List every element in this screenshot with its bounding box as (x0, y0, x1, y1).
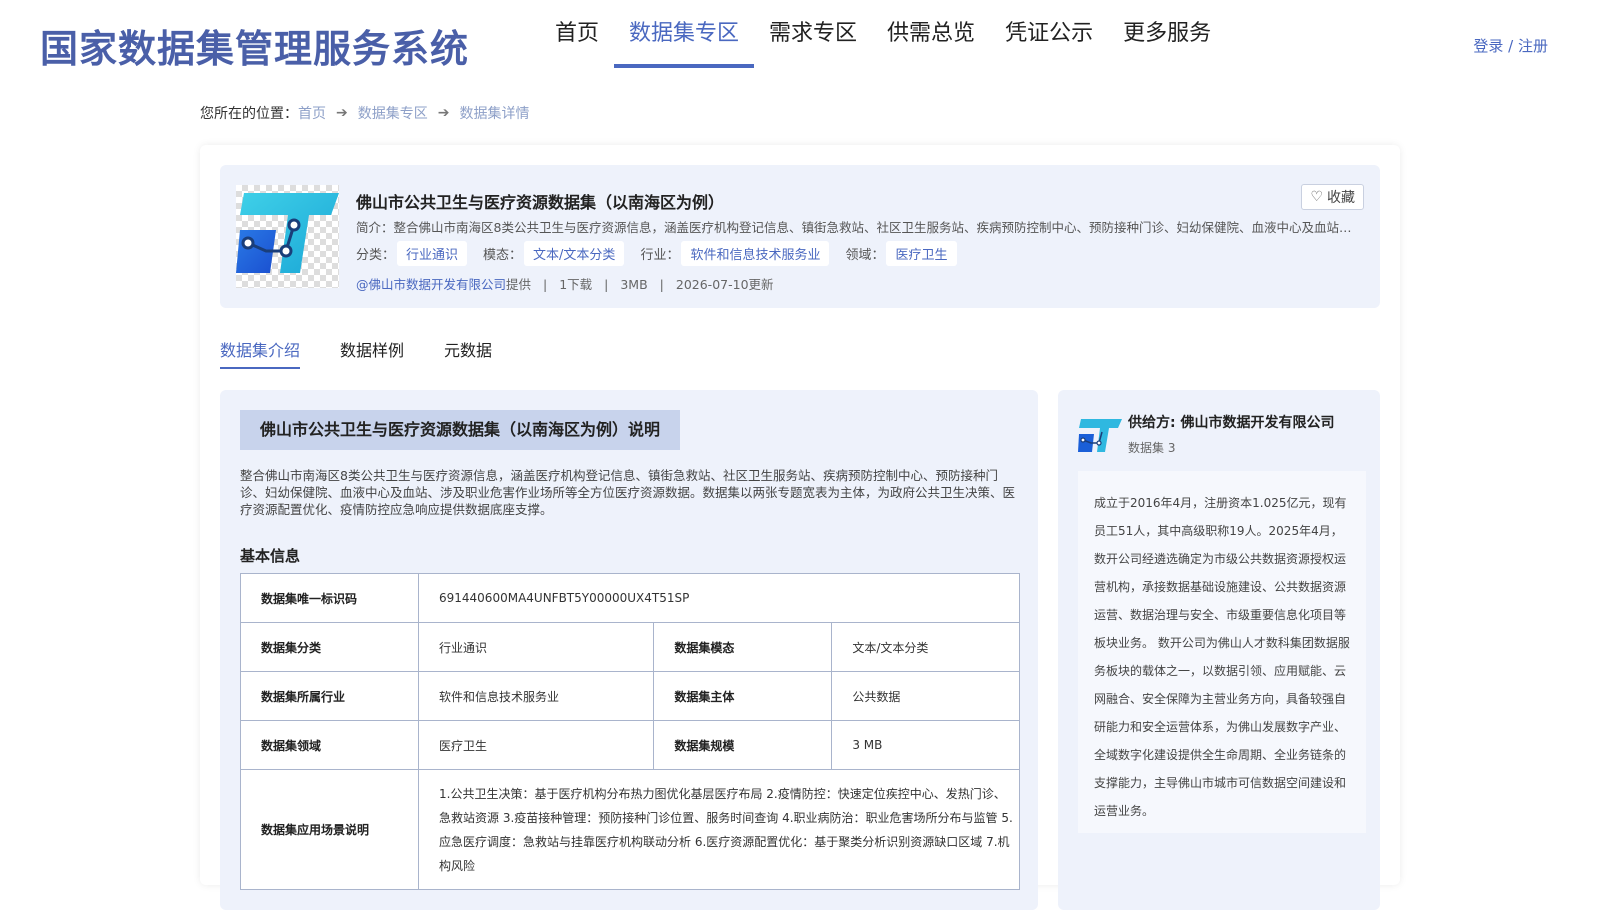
tag-industry[interactable]: 软件和信息技术服务业 (681, 241, 830, 266)
dataset-logo-icon (236, 185, 339, 288)
breadcrumb-dataset-detail: 数据集详情 (459, 106, 530, 122)
divider: | (659, 277, 664, 292)
table-key: 数据集所属行业 (240, 671, 419, 721)
tag-domain-label: 领域： (845, 248, 885, 263)
table-value: 3 MB (831, 720, 1020, 770)
tag-category[interactable]: 行业通识 (397, 241, 468, 266)
intro-description: 整合佛山市南海区8类公共卫生与医疗资源信息，涵盖医疗机构登记信息、镇街急救站、社… (240, 468, 1016, 517)
divider: | (604, 277, 609, 292)
nav-certificates[interactable]: 凭证公示 (990, 0, 1108, 68)
table-value: 医疗卫生 (417, 720, 655, 770)
breadcrumb: 您所在的位置： 首页 ➔ 数据集专区 ➔ 数据集详情 (200, 103, 529, 123)
breadcrumb-dataset-zone[interactable]: 数据集专区 (358, 103, 428, 123)
basic-info-table: 数据集唯一标识码 691440600MA4UNFBT5Y00000UX4T51S… (240, 573, 1020, 890)
table-value: 软件和信息技术服务业 (417, 671, 655, 721)
site-logo[interactable]: 国家数据集管理服务系统 (40, 18, 469, 73)
provider-panel: 供给方: 佛山市数据开发有限公司 数据集 3 成立于2016年4月，注册资本1.… (1058, 390, 1380, 910)
table-value: 1.公共卫生决策：基于医疗机构分布热力图优化基层医疗布局 2.疫情防控：快速定位… (418, 769, 1020, 890)
update-date: 2026-07-10更新 (675, 277, 774, 292)
provider-link[interactable]: @佛山市数据开发有限公司 (356, 277, 506, 292)
tag-modality-label: 模态： (483, 248, 523, 263)
dataset-tags: 分类： 行业通识 模态： 文本/文本分类 行业： 软件和信息技术服务业 领域： … (356, 241, 973, 266)
provider-description: 成立于2016年4月，注册资本1.025亿元，现有员工51人，其中高级职称19人… (1078, 471, 1366, 833)
nav-more-services[interactable]: 更多服务 (1108, 0, 1226, 68)
login-register-link[interactable]: 登录 / 注册 (1473, 35, 1548, 56)
divider: | (543, 277, 548, 292)
basic-info-title: 基本信息 (240, 547, 301, 565)
table-key: 数据集规模 (653, 720, 833, 770)
dataset-size: 3MB (620, 277, 648, 292)
nav-overview[interactable]: 供需总览 (872, 0, 990, 68)
table-key: 数据集唯一标识码 (240, 573, 419, 623)
tag-industry-label: 行业： (640, 248, 680, 263)
provider-name[interactable]: 供给方: 佛山市数据开发有限公司 (1128, 412, 1334, 432)
tag-category-label: 分类： (356, 248, 396, 263)
table-row: 数据集应用场景说明 1.公共卫生决策：基于医疗机构分布热力图优化基层医疗布局 2… (240, 769, 1020, 890)
header: 国家数据集管理服务系统 首页 数据集专区 需求专区 供需总览 凭证公示 更多服务… (0, 0, 1600, 80)
tab-intro[interactable]: 数据集介绍 (220, 337, 301, 369)
dataset-meta: @佛山市数据开发有限公司提供 | 1下载 | 3MB | 2026-07-10更… (356, 274, 774, 293)
heart-icon: ♡ (1310, 189, 1323, 205)
table-value: 691440600MA4UNFBT5Y00000UX4T51SP (418, 573, 1020, 623)
tab-sample[interactable]: 数据样例 (340, 337, 404, 369)
table-key: 数据集应用场景说明 (240, 769, 419, 890)
breadcrumb-label: 您所在的位置： (200, 106, 298, 122)
table-key: 数据集模态 (653, 622, 833, 672)
detail-tabs: 数据集介绍 数据样例 元数据 (220, 337, 532, 369)
favorite-button[interactable]: ♡ 收藏 (1301, 184, 1364, 210)
download-count: 1下载 (559, 277, 593, 292)
tag-modality[interactable]: 文本/文本分类 (524, 241, 625, 266)
dataset-detail-card: 佛山市公共卫生与医疗资源数据集（以南海区为例） 简介：整合佛山市南海区8类公共卫… (200, 145, 1400, 910)
arrow-right-icon: ➔ (437, 105, 450, 121)
breadcrumb-home[interactable]: 首页 (298, 103, 326, 123)
table-value: 公共数据 (831, 671, 1020, 721)
tag-domain[interactable]: 医疗卫生 (886, 241, 957, 266)
table-row: 数据集所属行业 软件和信息技术服务业 数据集主体 公共数据 (240, 671, 1020, 721)
table-key: 数据集主体 (653, 671, 833, 721)
dataset-title: 佛山市公共卫生与医疗资源数据集（以南海区为例） (356, 193, 725, 212)
provide-suffix: 提供 (506, 277, 532, 292)
nav-home[interactable]: 首页 (540, 0, 614, 68)
dataset-brief: 简介：整合佛山市南海区8类公共卫生与医疗资源信息，涵盖医疗机构登记信息、镇街急救… (356, 220, 1356, 235)
nav-demand-zone[interactable]: 需求专区 (754, 0, 872, 68)
main-nav: 首页 数据集专区 需求专区 供需总览 凭证公示 更多服务 (540, 0, 1226, 68)
table-value: 文本/文本分类 (831, 622, 1020, 672)
intro-section-title: 佛山市公共卫生与医疗资源数据集（以南海区为例）说明 (240, 410, 681, 450)
intro-panel: 佛山市公共卫生与医疗资源数据集（以南海区为例）说明 整合佛山市南海区8类公共卫生… (220, 390, 1038, 910)
table-row: 数据集唯一标识码 691440600MA4UNFBT5Y00000UX4T51S… (240, 573, 1020, 623)
table-row: 数据集分类 行业通识 数据集模态 文本/文本分类 (240, 622, 1020, 672)
table-value: 行业通识 (417, 622, 655, 672)
provider-dataset-count: 数据集 3 (1128, 441, 1176, 455)
tab-metadata[interactable]: 元数据 (444, 337, 492, 369)
nav-dataset-zone[interactable]: 数据集专区 (614, 0, 755, 68)
table-key: 数据集分类 (240, 622, 419, 672)
dataset-header: 佛山市公共卫生与医疗资源数据集（以南海区为例） 简介：整合佛山市南海区8类公共卫… (220, 165, 1380, 308)
table-row: 数据集领域 医疗卫生 数据集规模 3 MB (240, 720, 1020, 770)
arrow-right-icon: ➔ (336, 105, 348, 121)
table-key: 数据集领域 (240, 720, 419, 770)
provider-logo-icon (1078, 418, 1122, 452)
favorite-label: 收藏 (1327, 190, 1355, 206)
